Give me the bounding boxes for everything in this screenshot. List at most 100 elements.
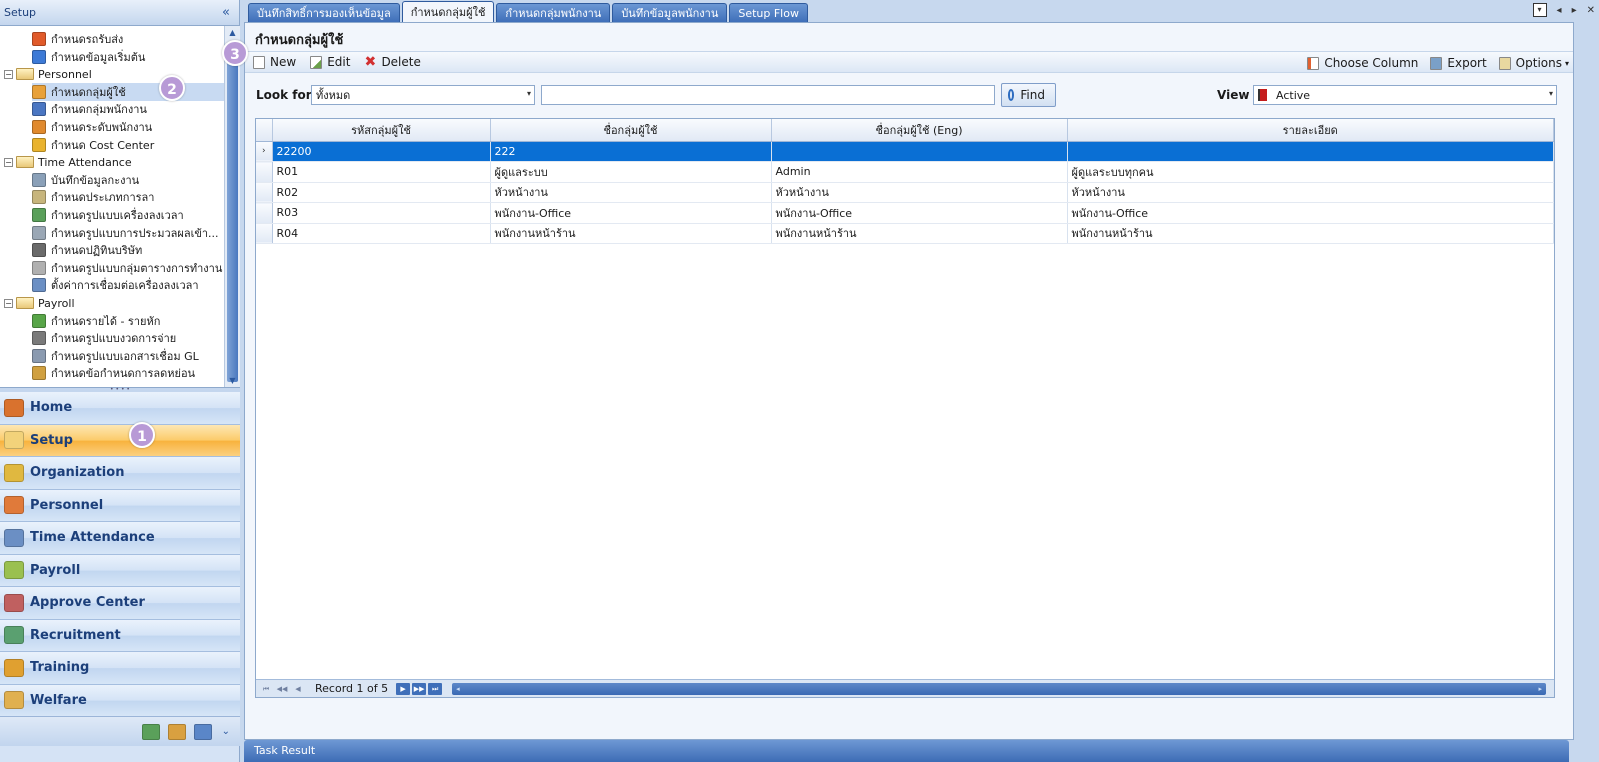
tree-item[interactable]: กำหนดรูปแบบเครื่องลงเวลา [32, 206, 224, 224]
table-cell[interactable]: R04 [272, 223, 491, 244]
table-cell[interactable]: พนักงานหน้าร้าน [1067, 223, 1554, 244]
find-button[interactable]: Find [1001, 83, 1056, 107]
document-tab[interactable]: บันทึกสิทธิ์การมองเห็นข้อมูล [248, 3, 400, 22]
table-row[interactable]: R02 หัวหน้างาน หัวหน้างาน หัวหน้างาน [256, 182, 1554, 203]
delete-button[interactable]: ✖ Delete [364, 55, 420, 70]
table-cell[interactable]: ผู้ดูแลระบบทุกคน [1067, 161, 1554, 183]
column-header[interactable]: ชื่อกลุ่มผู้ใช้ [490, 119, 772, 142]
tree-item[interactable]: กำหนดรูปแบบงวดการจ่าย [32, 329, 224, 347]
tree-item[interactable]: กำหนดรูปแบบกลุ่มตารางการทำงาน [32, 259, 224, 277]
table-cell[interactable]: R01 [272, 161, 491, 183]
next-page-icon[interactable]: ▶▶ [412, 682, 427, 695]
table-cell[interactable]: พนักงานหน้าร้าน [490, 223, 772, 244]
previous-record-icon[interactable]: ◀ [291, 683, 305, 695]
table-cell[interactable] [1067, 141, 1554, 162]
table-cell[interactable]: หัวหน้างาน [490, 182, 772, 203]
table-row[interactable]: › 22200 222 [256, 141, 1554, 162]
horizontal-scrollbar[interactable]: ◂ ▸ [452, 682, 1546, 695]
scroll-left-icon[interactable]: ◂ [456, 685, 460, 693]
collapse-node-icon[interactable]: − [4, 298, 13, 308]
previous-page-icon[interactable]: ◀◀ [275, 683, 289, 695]
tree-scrollbar[interactable]: ▲ ▼ [224, 26, 240, 387]
task-result-bar[interactable]: Task Result [244, 740, 1569, 762]
tree-item[interactable]: กำหนดปฏิทินบริษัท [32, 241, 224, 259]
edit-button[interactable]: Edit [310, 55, 350, 69]
view-select[interactable]: Active ▾ [1253, 85, 1557, 105]
nav-time-attendance-button[interactable]: Time Attendance [0, 522, 240, 555]
last-record-icon[interactable]: ⏭ [428, 682, 443, 695]
chart-icon[interactable] [193, 723, 212, 740]
tree-group[interactable]: − Time Attendance [4, 153, 224, 171]
table-cell[interactable]: 222 [490, 141, 772, 162]
table-cell[interactable]: หัวหน้างาน [1067, 182, 1554, 203]
tree-item[interactable]: กำหนดกลุ่มพนักงาน [32, 100, 224, 118]
document-tab[interactable]: บันทึกข้อมูลพนักงาน [612, 3, 728, 22]
table-cell[interactable]: พนักงาน-Office [1067, 202, 1554, 224]
table-row[interactable]: R04 พนักงานหน้าร้าน พนักงานหน้าร้าน พนักงาน… [256, 223, 1554, 244]
nav-training-button[interactable]: Training [0, 652, 240, 685]
table-cell[interactable]: Admin [771, 161, 1068, 183]
row-indicator[interactable] [256, 223, 273, 244]
nav-recruitment-button[interactable]: Recruitment [0, 619, 240, 652]
tree-item[interactable]: กำหนดข้อกำหนดการลดหย่อน [32, 364, 224, 382]
tree-item[interactable]: กำหนดกลุ่มผู้ใช้ [32, 82, 224, 101]
scroll-up-icon[interactable]: ▲ [225, 26, 240, 40]
row-indicator[interactable] [256, 202, 273, 224]
tree-item[interactable]: กำหนดรถรับส่ง [32, 30, 224, 48]
nav-welfare-button[interactable]: Welfare [0, 684, 240, 717]
tree-item[interactable]: กำหนดระดับพนักงาน [32, 118, 224, 136]
nav-personnel-button[interactable]: Personnel [0, 489, 240, 522]
row-indicator[interactable] [256, 161, 273, 183]
first-record-icon[interactable]: ⏮ [259, 683, 273, 695]
nav-payroll-button[interactable]: Payroll [0, 554, 240, 587]
new-button[interactable]: New [253, 55, 296, 69]
table-row[interactable]: R01 ผู้ดูแลระบบ Admin ผู้ดูแลระบบทุกคน [256, 161, 1554, 183]
tree-item[interactable]: กำหนดรูปแบบเอกสารเชื่อม GL [32, 347, 224, 365]
scroll-down-icon[interactable]: ▼ [225, 374, 240, 387]
export-button[interactable]: Export [1430, 56, 1487, 70]
nav-home-button[interactable]: Home [0, 392, 240, 425]
tree-item[interactable]: บันทึกข้อมูลกะงาน [32, 171, 224, 189]
table-cell[interactable]: R03 [272, 202, 491, 224]
nav-setup-button[interactable]: Setup [0, 424, 240, 457]
table-cell[interactable]: ผู้ดูแลระบบ [490, 161, 772, 183]
table-cell[interactable]: พนักงาน-Office [490, 202, 772, 224]
table-cell[interactable]: พนักงาน-Office [771, 202, 1068, 224]
column-header[interactable]: ชื่อกลุ่มผู้ใช้ (Eng) [771, 119, 1068, 142]
table-cell[interactable] [771, 141, 1068, 162]
tab-close-icon[interactable]: ✕ [1587, 5, 1595, 16]
row-indicator[interactable] [256, 182, 273, 203]
choose-column-button[interactable]: Choose Column [1307, 56, 1418, 70]
options-button[interactable]: Options ▾ [1498, 56, 1569, 70]
tree-item[interactable]: ตั้งค่าการเชื่อมต่อเครื่องลงเวลา [32, 276, 224, 294]
tree-group[interactable]: − Personnel [4, 65, 224, 83]
collapse-panel-icon[interactable]: « [217, 5, 235, 20]
table-cell[interactable]: 22200 [272, 141, 491, 162]
tree-group[interactable]: − Payroll [4, 294, 224, 312]
table-cell[interactable]: R02 [272, 182, 491, 203]
search-input[interactable] [541, 85, 995, 105]
document-tab[interactable]: Setup Flow [729, 3, 808, 22]
nav-organization-button[interactable]: Organization [0, 457, 240, 490]
tree-item[interactable]: กำหนดประเภทการลา [32, 188, 224, 206]
tab-prev-icon[interactable]: ◂ [1557, 5, 1562, 16]
column-header[interactable]: รายละเอียด [1067, 119, 1554, 142]
column-header[interactable]: รหัสกลุ่มผู้ใช้ [272, 119, 491, 142]
tree-item[interactable]: กำหนด Cost Center [32, 136, 224, 154]
table-cell[interactable]: พนักงานหน้าร้าน [771, 223, 1068, 244]
look-for-select[interactable]: ทั้งหมด ▾ [311, 85, 535, 105]
refresh-icon[interactable] [141, 723, 160, 740]
tree-item[interactable]: กำหนดรายได้ - รายหัก [32, 312, 224, 330]
collapse-node-icon[interactable]: − [4, 157, 13, 167]
document-tab[interactable]: กำหนดกลุ่มพนักงาน [496, 3, 611, 22]
tab-next-icon[interactable]: ▸ [1572, 5, 1577, 16]
configure-buttons-icon[interactable]: ⌄ [222, 726, 230, 737]
next-record-icon[interactable]: ▶ [396, 682, 411, 695]
tab-list-dropdown-icon[interactable]: ▾ [1532, 3, 1547, 17]
table-row[interactable]: R03 พนักงาน-Office พนักงาน-Office พนักงาน-O… [256, 202, 1554, 224]
scroll-right-icon[interactable]: ▸ [1538, 685, 1542, 693]
scroll-thumb[interactable] [227, 42, 238, 382]
collapse-node-icon[interactable]: − [4, 69, 13, 79]
row-indicator[interactable]: › [256, 141, 273, 162]
nav-approve-center-button[interactable]: Approve Center [0, 587, 240, 620]
